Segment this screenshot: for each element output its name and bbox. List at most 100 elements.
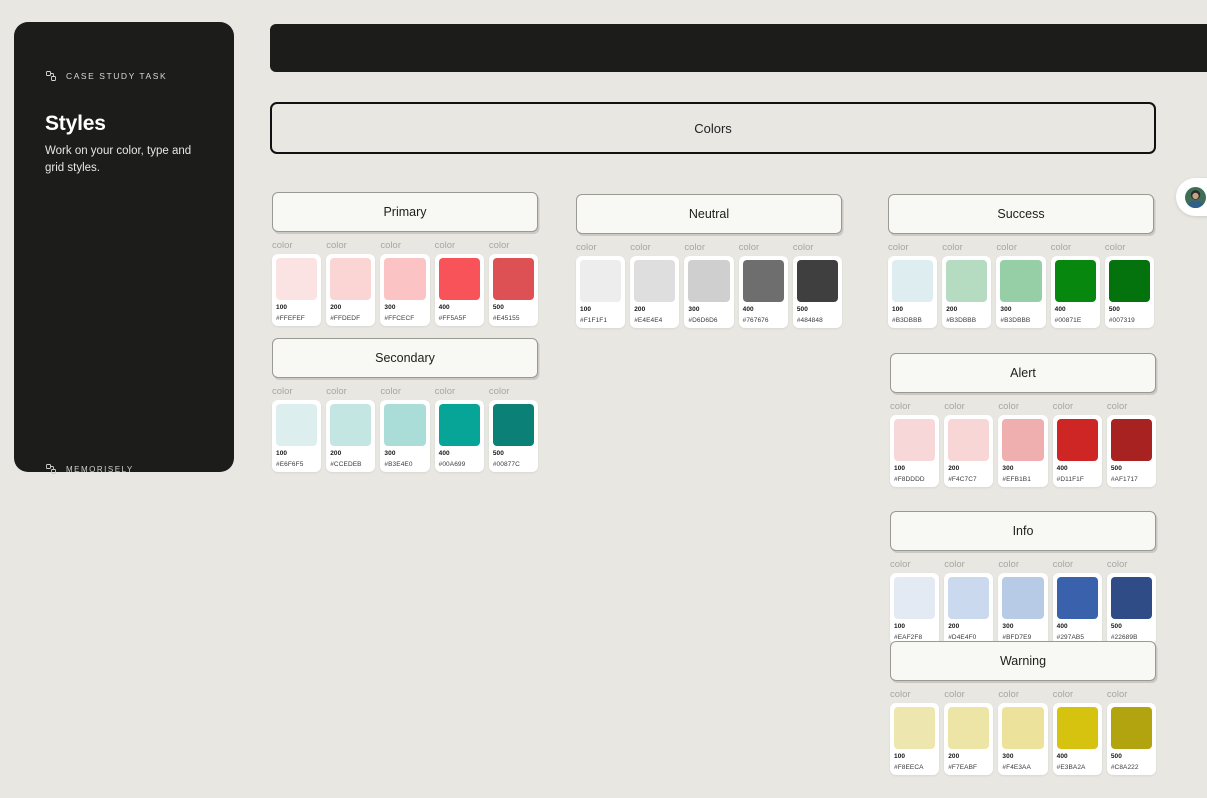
color-swatch[interactable]: color 100 #EAF2F8 xyxy=(890,558,940,645)
collaborator-avatar-1[interactable] xyxy=(1183,184,1207,210)
swatch-chip xyxy=(384,258,426,300)
color-swatch[interactable]: color 500 #E45155 xyxy=(488,239,539,326)
swatch-card[interactable]: 200 #F7EABF xyxy=(944,703,994,775)
swatch-card[interactable]: 200 #CCEDEB xyxy=(326,400,376,472)
swatch-card[interactable]: 100 #F1F1F1 xyxy=(576,256,626,328)
swatch-card[interactable]: 400 #FF5A5F xyxy=(434,254,484,326)
swatch-caption: color xyxy=(890,401,911,412)
color-group-header[interactable]: Primary xyxy=(272,192,538,232)
swatch-hex: #F7EABF xyxy=(948,764,978,771)
swatch-card[interactable]: 500 #22689B xyxy=(1106,573,1157,645)
color-swatch[interactable]: color 100 #B3DBBB xyxy=(888,241,938,328)
top-black-banner[interactable] xyxy=(270,24,1207,72)
swatch-caption: color xyxy=(1052,689,1074,700)
color-swatch[interactable]: color 200 #CCEDEB xyxy=(326,385,376,472)
swatch-card[interactable]: 100 #EAF2F8 xyxy=(890,573,940,645)
swatch-hex: #F4C7C7 xyxy=(948,476,977,483)
swatch-card[interactable]: 500 #484848 xyxy=(792,256,843,328)
swatch-card[interactable]: 100 #FFEFEF xyxy=(272,254,322,326)
swatch-chip xyxy=(894,707,936,749)
swatch-card[interactable]: 100 #F8EECA xyxy=(890,703,940,775)
swatch-card[interactable]: 400 #767676 xyxy=(738,256,788,328)
color-swatch[interactable]: color 300 #F4E3AA xyxy=(998,688,1048,775)
color-swatch[interactable]: color 400 #297AB5 xyxy=(1052,558,1102,645)
swatch-card[interactable]: 300 #BFD7E9 xyxy=(998,573,1048,645)
color-swatch[interactable]: color 400 #00871E xyxy=(1050,241,1100,328)
swatch-card[interactable]: 200 #E4E4E4 xyxy=(630,256,680,328)
swatch-card[interactable]: 200 #B3DBBB xyxy=(942,256,992,328)
colors-frame-selected[interactable]: Colors xyxy=(270,102,1156,154)
swatch-card[interactable]: 500 #007319 xyxy=(1104,256,1155,328)
swatch-step: 200 xyxy=(948,623,960,630)
color-swatch[interactable]: color 200 #D4E4F0 xyxy=(944,558,994,645)
color-swatch[interactable]: color 500 #AF1717 xyxy=(1106,400,1157,487)
color-swatch[interactable]: color 500 #C8A222 xyxy=(1106,688,1157,775)
swatch-card[interactable]: 300 #F4E3AA xyxy=(998,703,1048,775)
color-swatch[interactable]: color 300 #FFCECF xyxy=(380,239,430,326)
color-swatch[interactable]: color 500 #484848 xyxy=(792,241,843,328)
color-swatch[interactable]: color 400 #E3BA2A xyxy=(1052,688,1102,775)
swatch-card[interactable]: 200 #D4E4F0 xyxy=(944,573,994,645)
swatch-card[interactable]: 400 #297AB5 xyxy=(1052,573,1102,645)
color-swatch[interactable]: color 300 #EFB1B1 xyxy=(998,400,1048,487)
swatch-card[interactable]: 300 #EFB1B1 xyxy=(998,415,1048,487)
color-group-header[interactable]: Info xyxy=(890,511,1156,551)
swatch-caption: color xyxy=(1052,559,1074,570)
color-swatch[interactable]: color 100 #F1F1F1 xyxy=(576,241,626,328)
swatch-card[interactable]: 100 #B3DBBB xyxy=(888,256,938,328)
color-group-header[interactable]: Neutral xyxy=(576,194,842,234)
color-swatch[interactable]: color 500 #007319 xyxy=(1104,241,1155,328)
color-swatch[interactable]: color 300 #D6D6D6 xyxy=(684,241,734,328)
color-swatch[interactable]: color 100 #F8DDDD xyxy=(890,400,940,487)
color-group-header[interactable]: Warning xyxy=(890,641,1156,681)
color-swatch[interactable]: color 400 #D11F1F xyxy=(1052,400,1102,487)
swatch-card[interactable]: 300 #D6D6D6 xyxy=(684,256,734,328)
color-swatch[interactable]: color 400 #767676 xyxy=(738,241,788,328)
swatch-card[interactable]: 400 #D11F1F xyxy=(1052,415,1102,487)
color-swatch[interactable]: color 500 #00877C xyxy=(488,385,539,472)
swatch-card[interactable]: 400 #00A699 xyxy=(434,400,484,472)
swatch-card[interactable]: 500 #C8A222 xyxy=(1106,703,1157,775)
swatch-card[interactable]: 300 #B3E4E0 xyxy=(380,400,430,472)
color-swatch[interactable]: color 200 #E4E4E4 xyxy=(630,241,680,328)
swatch-chip xyxy=(384,404,426,446)
swatch-step: 400 xyxy=(1056,465,1068,472)
swatch-card[interactable]: 100 #F8DDDD xyxy=(890,415,940,487)
color-swatch[interactable]: color 300 #B3DBBB xyxy=(996,241,1046,328)
color-swatch[interactable]: color 100 #F8EECA xyxy=(890,688,940,775)
swatch-card[interactable]: 500 #00877C xyxy=(488,400,539,472)
color-swatch[interactable]: color 200 #FFDEDF xyxy=(326,239,376,326)
swatch-chip xyxy=(1002,707,1044,749)
color-swatch[interactable]: color 100 #FFEFEF xyxy=(272,239,322,326)
color-swatch[interactable]: color 200 #F7EABF xyxy=(944,688,994,775)
color-swatch[interactable]: color 100 #E6F6F5 xyxy=(272,385,322,472)
color-swatch[interactable]: color 200 #F4C7C7 xyxy=(944,400,994,487)
swatch-card[interactable]: 400 #00871E xyxy=(1050,256,1100,328)
color-swatch[interactable]: color 200 #B3DBBB xyxy=(942,241,992,328)
color-group-title: Secondary xyxy=(375,351,435,365)
swatch-step: 500 xyxy=(1110,465,1122,472)
swatch-card[interactable]: 300 #B3DBBB xyxy=(996,256,1046,328)
color-swatch[interactable]: color 300 #B3E4E0 xyxy=(380,385,430,472)
color-group-header[interactable]: Alert xyxy=(890,353,1156,393)
swatch-card[interactable]: 200 #FFDEDF xyxy=(326,254,376,326)
collaborator-avatars[interactable] xyxy=(1176,178,1207,216)
color-swatch[interactable]: color 500 #22689B xyxy=(1106,558,1157,645)
swatch-chip xyxy=(1056,577,1098,619)
color-group-header[interactable]: Secondary xyxy=(272,338,538,378)
swatch-card[interactable]: 500 #E45155 xyxy=(488,254,539,326)
swatch-card[interactable]: 400 #E3BA2A xyxy=(1052,703,1102,775)
color-swatch[interactable]: color 400 #FF5A5F xyxy=(434,239,484,326)
swatch-hex: #B3E4E0 xyxy=(384,461,413,468)
swatch-hex: #EFB1B1 xyxy=(1002,476,1031,483)
color-swatch[interactable]: color 300 #BFD7E9 xyxy=(998,558,1048,645)
swatch-card[interactable]: 100 #E6F6F5 xyxy=(272,400,322,472)
swatch-step: 300 xyxy=(384,450,396,457)
swatch-card[interactable]: 300 #FFCECF xyxy=(380,254,430,326)
color-swatch[interactable]: color 400 #00A699 xyxy=(434,385,484,472)
swatch-caption: color xyxy=(1106,689,1128,700)
color-group-header[interactable]: Success xyxy=(888,194,1154,234)
swatch-card[interactable]: 500 #AF1717 xyxy=(1106,415,1157,487)
swatch-step: 300 xyxy=(1002,753,1014,760)
swatch-card[interactable]: 200 #F4C7C7 xyxy=(944,415,994,487)
